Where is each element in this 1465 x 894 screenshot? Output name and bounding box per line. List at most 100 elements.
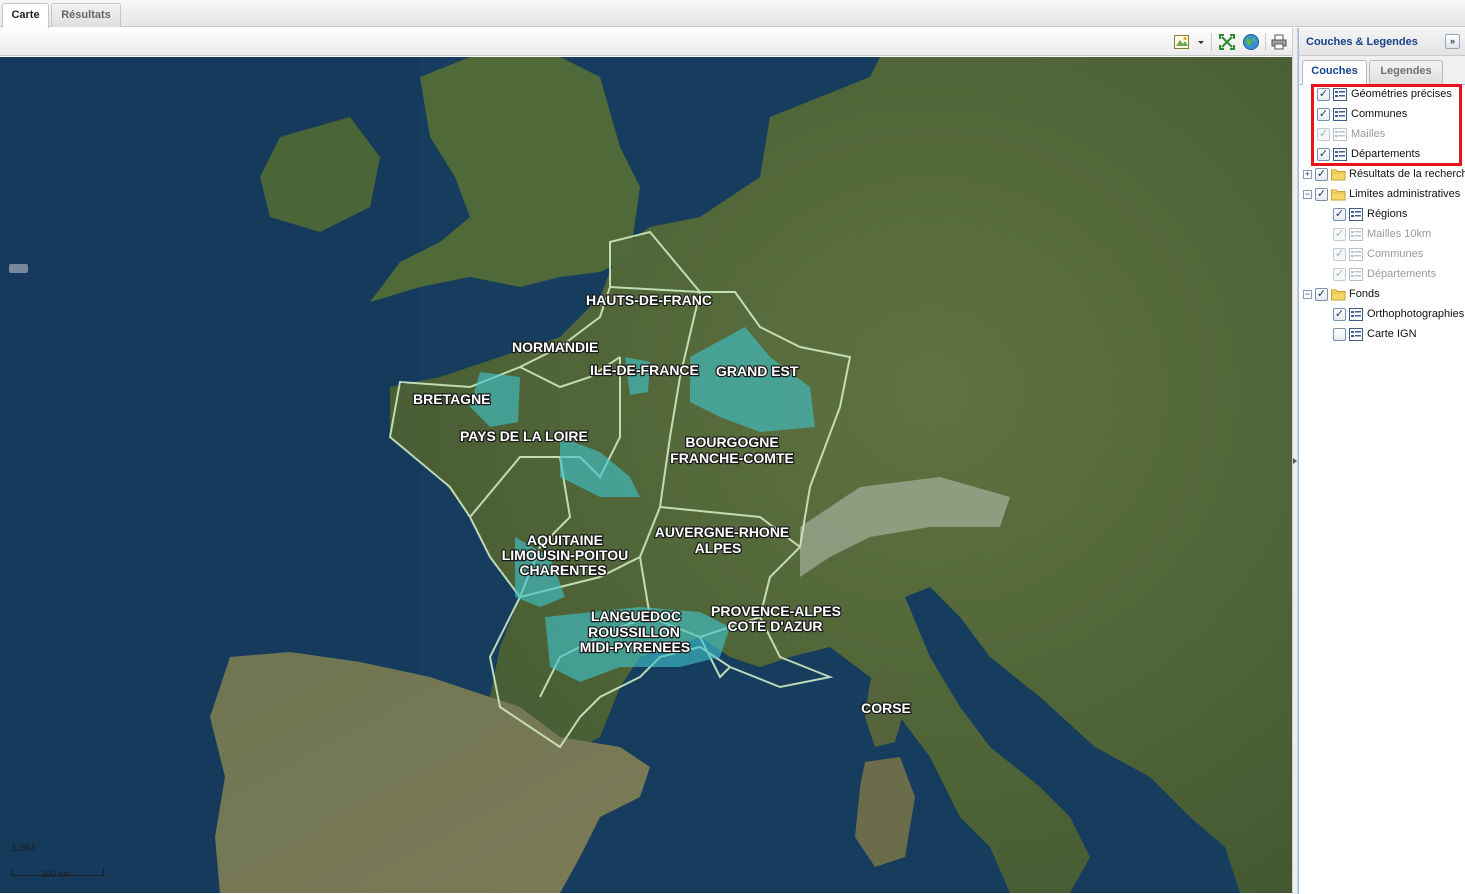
tree-layer[interactable]: ✓ Communes — [1299, 245, 1465, 265]
toolbar-separator — [1211, 33, 1212, 51]
tree-layer[interactable]: ✓ Géométries précises — [1299, 85, 1465, 105]
tree-layer[interactable]: ✓ Mailles — [1299, 125, 1465, 145]
region-label: CORSE — [861, 700, 911, 716]
tree-node-label[interactable]: Mailles 10km — [1367, 228, 1431, 240]
satellite-map[interactable]: HAUTS-DE-FRANC NORMANDIE ILE-DE-FRANCE G… — [0, 57, 1292, 893]
layer-icon — [1333, 88, 1347, 101]
layers-panel-tabs: Couches Legendes — [1299, 56, 1465, 85]
region-label: NORMANDIE — [512, 339, 598, 355]
layers-panel-header: Couches & Legendes » — [1299, 28, 1465, 56]
tree-node-label[interactable]: Orthophotographies — [1367, 308, 1464, 320]
layers-panel: Couches & Legendes » Couches Legendes ✓ G… — [1298, 28, 1465, 894]
region-label: LIMOUSIN-POITOU — [502, 547, 629, 563]
globe-icon[interactable] — [1242, 33, 1260, 51]
layer-icon — [1349, 228, 1363, 241]
collapse-icon[interactable]: − — [1303, 190, 1312, 199]
tree-node-label[interactable]: Mailles — [1351, 128, 1385, 140]
print-icon[interactable] — [1270, 33, 1288, 51]
tree-layer[interactable]: ✓ Communes — [1299, 105, 1465, 125]
tree-layer[interactable]: ✓ Départements — [1299, 145, 1465, 165]
scale-bar — [11, 868, 104, 876]
main-tab-strip: Carte Résultats — [0, 0, 1465, 28]
layer-tree: ✓ Géométries précises ✓ Communes ✓ Mailles ✓ Dé… — [1299, 85, 1465, 894]
region-label: COTE D'AZUR — [727, 618, 822, 634]
folder-icon — [1331, 188, 1346, 201]
tree-layer[interactable]: ✓ Mailles 10km — [1299, 225, 1465, 245]
collapse-icon[interactable]: − — [1303, 290, 1312, 299]
tree-node-label[interactable]: Fonds — [1349, 288, 1380, 300]
tree-folder[interactable]: − ✓ Limites administratives — [1299, 185, 1465, 205]
legend-map-icon[interactable] — [1173, 33, 1191, 51]
folder-icon — [1331, 288, 1346, 301]
map-scale-ratio: 1:9M — [11, 842, 36, 854]
region-label: ILE-DE-FRANCE — [590, 362, 699, 378]
region-label: HAUTS-DE-FRANC — [586, 292, 712, 308]
tree-node-label[interactable]: Communes — [1351, 108, 1407, 120]
region-label: LANGUEDOC — [591, 608, 681, 624]
map-canvas[interactable]: HAUTS-DE-FRANC NORMANDIE ILE-DE-FRANCE G… — [0, 57, 1292, 893]
tree-node-label[interactable]: Géométries précises — [1351, 88, 1452, 100]
region-label: FRANCHE-COMTE — [670, 450, 794, 466]
collapse-panel-button[interactable]: » — [1445, 34, 1460, 49]
tree-node-label[interactable]: Carte IGN — [1367, 328, 1417, 340]
layer-checkbox[interactable]: ✓ — [1333, 268, 1346, 281]
region-label: CHARENTES — [519, 562, 606, 578]
layer-checkbox[interactable]: ✓ — [1333, 248, 1346, 261]
tree-layer[interactable]: ✓ Orthophotographies — [1299, 305, 1465, 325]
dropdown-arrow-icon[interactable] — [1195, 33, 1207, 51]
region-label: ALPES — [695, 540, 742, 556]
region-label: MIDI-PYRENEES — [580, 639, 690, 655]
layer-checkbox[interactable] — [1333, 328, 1346, 341]
region-label: ROUSSILLON — [588, 624, 680, 640]
layer-checkbox[interactable]: ✓ — [1315, 188, 1328, 201]
expand-icon[interactable]: + — [1303, 170, 1312, 179]
layer-icon — [1349, 328, 1363, 341]
region-label: BRETAGNE — [413, 391, 491, 407]
layer-checkbox[interactable]: ✓ — [1317, 88, 1330, 101]
layer-checkbox[interactable]: ✓ — [1317, 108, 1330, 121]
layer-checkbox[interactable]: ✓ — [1317, 148, 1330, 161]
zoom-slider-handle[interactable] — [9, 264, 28, 273]
layer-icon — [1349, 308, 1363, 321]
tree-layer[interactable]: ✓ Régions — [1299, 205, 1465, 225]
tree-folder[interactable]: + ✓ Résultats de la recherche — [1299, 165, 1465, 185]
layer-checkbox[interactable]: ✓ — [1333, 228, 1346, 241]
layer-icon — [1333, 128, 1347, 141]
region-label: BOURGOGNE — [685, 434, 778, 450]
tree-node-label[interactable]: Communes — [1367, 248, 1423, 260]
folder-icon — [1331, 168, 1346, 181]
tree-node-label[interactable]: Régions — [1367, 208, 1407, 220]
landmass-sardinia — [855, 757, 915, 867]
layer-checkbox[interactable]: ✓ — [1333, 308, 1346, 321]
layer-checkbox[interactable]: ✓ — [1333, 208, 1346, 221]
map-toolbar — [0, 28, 1292, 56]
layer-icon — [1349, 248, 1363, 261]
panel-title: Couches & Legendes — [1306, 36, 1418, 48]
tree-folder[interactable]: − ✓ Fonds — [1299, 285, 1465, 305]
layer-checkbox[interactable]: ✓ — [1317, 128, 1330, 141]
region-label: GRAND EST — [716, 363, 799, 379]
tree-node-label[interactable]: Résultats de la recherche — [1349, 168, 1465, 180]
region-label: PROVENCE-ALPES — [711, 603, 841, 619]
layer-checkbox[interactable]: ✓ — [1315, 168, 1328, 181]
layer-icon — [1349, 208, 1363, 221]
layer-icon — [1333, 108, 1347, 121]
tab-resultats[interactable]: Résultats — [51, 3, 121, 27]
tree-node-label[interactable]: Départements — [1367, 268, 1436, 280]
tab-legendes[interactable]: Legendes — [1369, 60, 1443, 84]
region-label: AQUITAINE — [527, 532, 603, 548]
tree-node-label[interactable]: Départements — [1351, 148, 1420, 160]
tree-layer[interactable]: Carte IGN — [1299, 325, 1465, 345]
expand-arrow-icon[interactable] — [1293, 458, 1297, 464]
layer-checkbox[interactable]: ✓ — [1315, 288, 1328, 301]
region-label: PAYS DE LA LOIRE — [460, 428, 588, 444]
tab-carte[interactable]: Carte — [2, 3, 49, 28]
toolbar-separator — [1265, 33, 1266, 51]
region-label: AUVERGNE-RHONE — [655, 524, 790, 540]
layer-icon — [1333, 148, 1347, 161]
layer-icon — [1349, 268, 1363, 281]
tab-couches[interactable]: Couches — [1302, 60, 1367, 85]
zoom-extent-icon[interactable] — [1218, 33, 1236, 51]
tree-layer[interactable]: ✓ Départements — [1299, 265, 1465, 285]
tree-node-label[interactable]: Limites administratives — [1349, 188, 1460, 200]
